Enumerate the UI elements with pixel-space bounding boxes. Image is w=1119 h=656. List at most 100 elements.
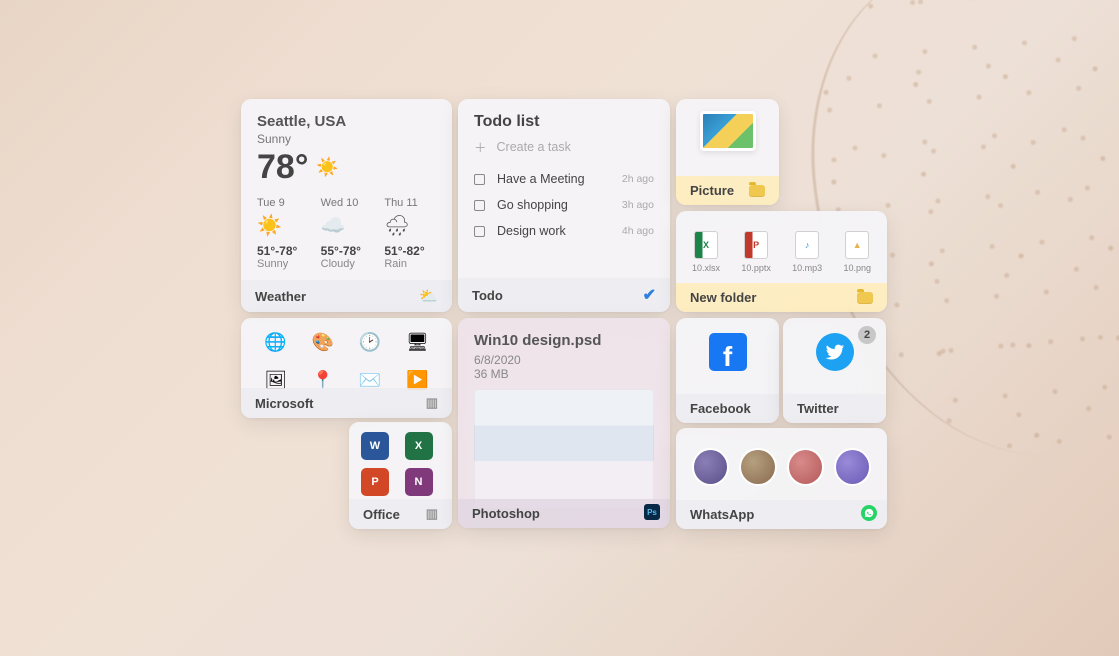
file-png[interactable]: ▲ 10.png [843, 231, 871, 273]
contact-avatar[interactable] [787, 448, 824, 486]
psd-title: Win10 design.psd [458, 318, 670, 353]
psd-footer: Photoshop [458, 499, 670, 528]
file-xlsx[interactable]: X 10.xlsx [692, 231, 720, 273]
file-label: 10.xlsx [692, 263, 720, 273]
word-icon[interactable]: W [361, 432, 389, 460]
facebook-logo-row: f [676, 318, 779, 386]
microsoft-footer-label: Microsoft [255, 396, 314, 411]
microsoft-group-tile[interactable]: 🌐 🎨 🕑 🖥 🖼 📍 ✉️ ▶️ Microsoft ▥ [241, 318, 452, 418]
file-row: X 10.xlsx P 10.pptx ♪10.mp3 ▲ 10.png [676, 211, 887, 273]
todo-item-time: 3h ago [622, 199, 654, 211]
todo-item[interactable]: Design work 4h ago [458, 218, 670, 244]
photoshop-file-tile[interactable]: Win10 design.psd 6/8/2020 36 MB Photosho… [458, 318, 670, 528]
weather-app-icon: ⛅ [419, 287, 438, 305]
sun-icon: ☀️ [316, 157, 338, 178]
picture-thumbnail [700, 111, 756, 151]
folder-icon [857, 292, 873, 304]
contact-avatar[interactable] [834, 448, 871, 486]
todo-footer-label: Todo [472, 288, 503, 303]
photoshop-icon: Ps [644, 504, 660, 520]
microsoft-footer: Microsoft ▥ [241, 388, 452, 418]
todo-item-label: Design work [497, 224, 566, 238]
checkbox-icon[interactable] [474, 174, 485, 185]
clock-icon[interactable]: 🕑 [354, 326, 386, 358]
psd-size: 36 MB [458, 367, 670, 381]
day-range: 51°-78° [257, 244, 309, 258]
todo-tile[interactable]: Todo list ＋ Create a task Have a Meeting… [458, 99, 670, 312]
pptx-icon: P [744, 231, 768, 259]
office-group-tile[interactable]: W X P N Office ▥ [349, 422, 452, 529]
file-mp3[interactable]: ♪10.mp3 [792, 231, 822, 273]
edge-icon[interactable]: 🌐 [260, 326, 292, 358]
weather-day-icon: ☁️ [321, 213, 373, 238]
todo-footer: Todo ✔ [458, 278, 670, 312]
psd-date: 6/8/2020 [458, 353, 670, 367]
forecast-day[interactable]: Tue 9 ☀️ 51°-78° Sunny [257, 197, 309, 270]
picture-footer-label: Picture [690, 183, 734, 198]
todo-item-label: Have a Meeting [497, 172, 585, 186]
contact-avatar[interactable] [739, 448, 776, 486]
weather-temp: 78° ☀️ [241, 146, 452, 197]
plus-icon: ＋ [474, 137, 487, 156]
weather-city: Seattle, USA [241, 99, 452, 132]
todo-item-label: Go shopping [497, 198, 568, 212]
create-task-button[interactable]: ＋ Create a task [458, 137, 670, 166]
facebook-tile[interactable]: f Facebook [676, 318, 779, 423]
newfolder-tile[interactable]: X 10.xlsx P 10.pptx ♪10.mp3 ▲ 10.png New fo… [676, 211, 887, 312]
forecast-day[interactable]: Wed 10 ☁️ 55°-78° Cloudy [321, 197, 373, 270]
facebook-icon: f [709, 333, 747, 371]
day-cond: Sunny [257, 258, 309, 270]
whatsapp-footer: WhatsApp [676, 500, 887, 529]
weather-tile[interactable]: Seattle, USA Sunny 78° ☀️ Tue 9 ☀️ 51°-7… [241, 99, 452, 312]
forecast-day[interactable]: Thu 11 🌧 51°-82° Rain [384, 197, 436, 270]
weather-footer: Weather ⛅ [241, 280, 452, 312]
whatsapp-contacts [676, 428, 887, 486]
notification-badge: 2 [858, 326, 876, 344]
todo-item[interactable]: Have a Meeting 2h ago [458, 166, 670, 192]
file-pptx[interactable]: P 10.pptx [741, 231, 771, 273]
excel-icon[interactable]: X [405, 432, 433, 460]
file-label: 10.pptx [741, 263, 771, 273]
day-name: Thu 11 [384, 197, 436, 209]
todo-title: Todo list [458, 99, 670, 137]
file-label: 10.png [843, 263, 871, 273]
newfolder-footer: New folder [676, 283, 887, 312]
facebook-footer: Facebook [676, 394, 779, 423]
weather-condition: Sunny [241, 132, 452, 146]
weather-temp-value: 78° [257, 148, 308, 187]
day-name: Tue 9 [257, 197, 309, 209]
twitter-tile[interactable]: 2 Twitter [783, 318, 886, 423]
todo-item[interactable]: Go shopping 3h ago [458, 192, 670, 218]
paint-icon[interactable]: 🎨 [307, 326, 339, 358]
image-icon: ▲ [845, 231, 869, 259]
todo-item-time: 2h ago [622, 173, 654, 185]
picture-footer: Picture [676, 176, 779, 205]
weather-footer-label: Weather [255, 289, 306, 304]
picture-tile[interactable]: Picture [676, 99, 779, 205]
twitter-icon [816, 333, 854, 371]
twitter-footer: Twitter [783, 394, 886, 423]
office-footer-label: Office [363, 507, 400, 522]
day-name: Wed 10 [321, 197, 373, 209]
office-footer: Office ▥ [349, 499, 452, 529]
xlsx-icon: X [694, 231, 718, 259]
onenote-icon[interactable]: N [405, 468, 433, 496]
day-cond: Rain [384, 258, 436, 270]
psd-preview [474, 389, 654, 509]
checkbox-icon[interactable] [474, 226, 485, 237]
create-task-label: Create a task [497, 140, 571, 154]
whatsapp-icon [861, 505, 877, 521]
day-range: 51°-82° [384, 244, 436, 258]
todo-item-time: 4h ago [622, 225, 654, 237]
facebook-footer-label: Facebook [690, 401, 751, 416]
checkbox-icon[interactable] [474, 200, 485, 211]
contact-avatar[interactable] [692, 448, 729, 486]
group-icon: ▥ [426, 506, 438, 522]
whatsapp-tile[interactable]: WhatsApp [676, 428, 887, 529]
group-icon: ▥ [426, 395, 438, 411]
check-icon: ✔ [643, 285, 656, 305]
powerpoint-icon[interactable]: P [361, 468, 389, 496]
screen-icon[interactable]: 🖥 [401, 326, 433, 358]
folder-icon [749, 185, 765, 197]
day-cond: Cloudy [321, 258, 373, 270]
